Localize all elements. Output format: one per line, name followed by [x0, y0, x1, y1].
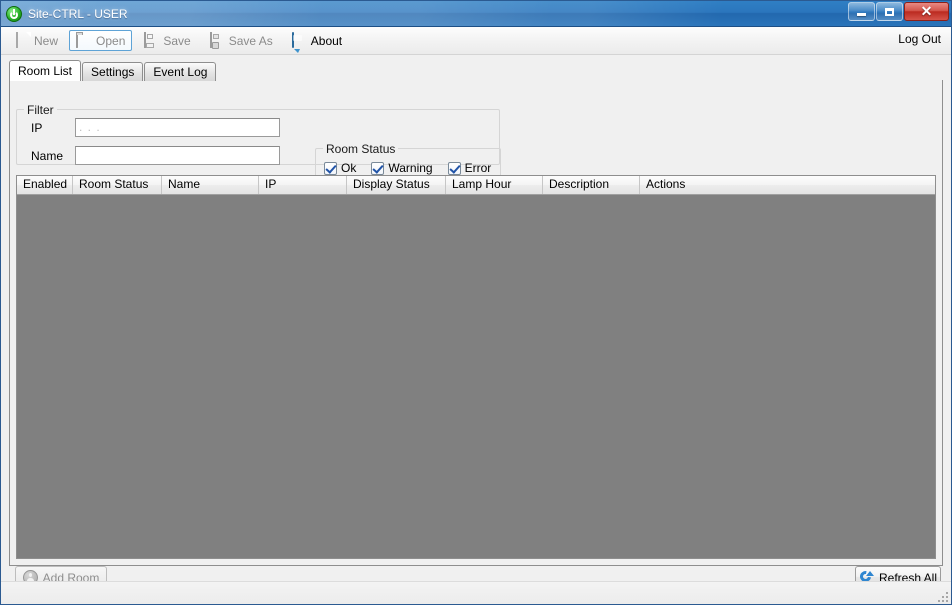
open-folder-icon — [76, 31, 92, 49]
window-title: Site-CTRL - USER — [28, 6, 128, 21]
checkbox-ok-box[interactable] — [324, 161, 337, 175]
room-status-groupbox-title: Room Status — [323, 142, 399, 156]
grid-body-empty — [17, 195, 935, 558]
window-controls: ✕ — [848, 2, 949, 21]
grid-header-row: Enabled Room Status Name IP Display Stat… — [17, 176, 935, 195]
about-button[interactable]: About — [284, 30, 349, 51]
tab-event-log[interactable]: Event Log — [144, 62, 217, 81]
checkbox-ok-label: Ok — [341, 161, 357, 175]
minimize-icon — [849, 3, 874, 20]
checkbox-warning-label: Warning — [388, 161, 433, 175]
maximize-button[interactable] — [876, 2, 903, 21]
checkbox-warning[interactable]: Warning — [371, 161, 433, 175]
save-floppy-icon — [143, 31, 159, 49]
save-as-button[interactable]: Save As — [202, 30, 280, 51]
column-header-lamp-hour[interactable]: Lamp Hour — [446, 176, 543, 194]
tab-settings[interactable]: Settings — [82, 62, 144, 81]
checkbox-warning-box[interactable] — [371, 161, 385, 175]
checkbox-ok[interactable]: Ok — [324, 161, 356, 175]
application-window: Site-CTRL - USER ✕ New Open Save Save As… — [0, 0, 952, 605]
maximize-icon — [877, 3, 902, 20]
status-bar — [1, 581, 951, 604]
column-header-ip[interactable]: IP — [259, 176, 347, 194]
power-icon — [6, 5, 22, 22]
save-button[interactable]: Save — [136, 30, 197, 51]
new-button-label: New — [34, 33, 59, 48]
save-button-label: Save — [163, 33, 191, 48]
new-button[interactable]: New — [7, 30, 65, 51]
checkbox-error[interactable]: Error — [447, 161, 492, 175]
close-button[interactable]: ✕ — [904, 2, 949, 21]
save-as-icon — [209, 31, 225, 49]
column-header-name[interactable]: Name — [162, 176, 259, 194]
checkbox-error-label: Error — [464, 161, 492, 175]
column-header-display-status[interactable]: Display Status — [347, 176, 446, 194]
column-header-enabled[interactable]: Enabled — [17, 176, 73, 194]
new-document-icon — [14, 31, 30, 49]
room-list-panel: Filter IP . . . Name Room Status Ok Warn… — [10, 80, 942, 565]
name-label: Name — [31, 149, 64, 163]
toolbar: New Open Save Save As About Log Out — [1, 27, 951, 55]
ip-label: IP — [31, 121, 43, 135]
close-icon: ✕ — [920, 3, 933, 19]
title-bar: Site-CTRL - USER ✕ — [1, 1, 951, 27]
filter-groupbox: Filter IP . . . Name Room Status Ok Warn… — [16, 103, 501, 186]
open-button[interactable]: Open — [69, 30, 133, 51]
save-as-button-label: Save As — [228, 33, 273, 48]
resize-grip-icon[interactable] — [936, 590, 948, 602]
open-button-label: Open — [96, 33, 126, 48]
minimize-button[interactable] — [848, 2, 875, 21]
tab-room-list[interactable]: Room List — [9, 60, 82, 81]
column-header-actions[interactable]: Actions — [640, 176, 935, 194]
client-area: New Open Save Save As About Log Out Room — [1, 27, 951, 604]
tab-page-room-list: Filter IP . . . Name Room Status Ok Warn… — [9, 80, 943, 566]
column-header-description[interactable]: Description — [543, 176, 640, 194]
column-header-room-status[interactable]: Room Status — [73, 176, 162, 194]
room-status-checkbox-row: Ok Warning Error — [324, 161, 502, 175]
checkbox-error-box[interactable] — [447, 161, 461, 175]
name-filter-input[interactable] — [75, 146, 280, 165]
about-info-icon — [291, 31, 307, 49]
about-button-label: About — [310, 33, 343, 48]
tab-strip: Room List Settings Event Log — [9, 60, 951, 81]
room-list-grid[interactable]: Enabled Room Status Name IP Display Stat… — [16, 175, 936, 559]
log-out-link[interactable]: Log Out — [898, 32, 941, 46]
filter-groupbox-title: Filter — [24, 103, 57, 117]
ip-filter-input[interactable]: . . . — [75, 118, 280, 137]
